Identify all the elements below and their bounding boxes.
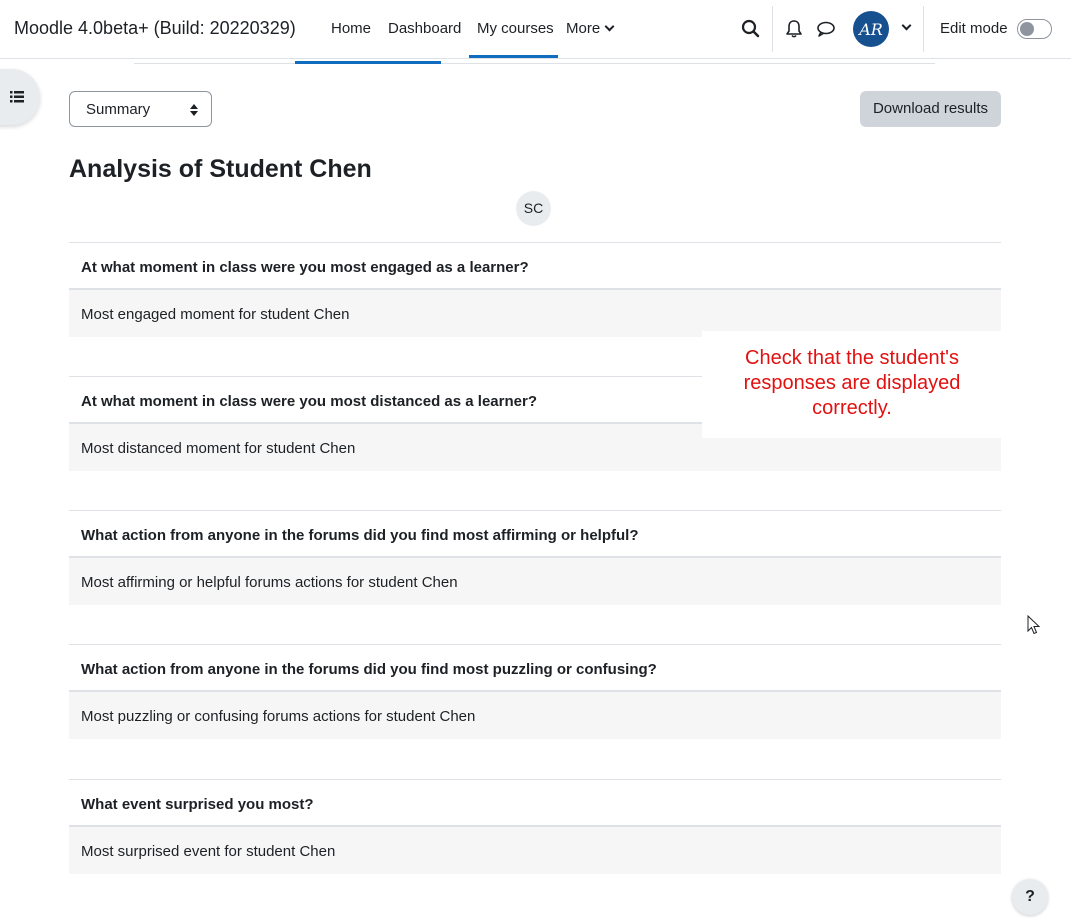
mouse-pointer-icon xyxy=(1027,615,1041,635)
chevron-down-icon xyxy=(604,21,615,32)
nav-home[interactable]: Home xyxy=(331,20,371,37)
response-item: At what moment in class were you most en… xyxy=(69,242,1001,337)
page-title: Analysis of Student Chen xyxy=(69,155,372,183)
question-text: At what moment in class were you most en… xyxy=(69,242,1001,290)
answer-text: Most surprised event for student Chen xyxy=(69,827,1001,874)
navbar-divider xyxy=(772,6,773,52)
response-item: What event surprised you most? Most surp… xyxy=(69,779,1001,874)
edit-mode-toggle[interactable] xyxy=(1017,19,1052,39)
nav-more-label: More xyxy=(566,20,601,37)
answer-text: Most affirming or helpful forums actions… xyxy=(69,558,1001,605)
chevron-down-icon[interactable] xyxy=(901,20,912,31)
edit-mode-label: Edit mode xyxy=(940,20,1008,37)
response-item: What action from anyone in the forums di… xyxy=(69,510,1001,605)
user-avatar[interactable]: AR xyxy=(853,11,889,47)
annotation-callout: Check that the student's responses are d… xyxy=(702,331,1002,438)
top-navbar: Moodle 4.0beta+ (Build: 20220329) Home D… xyxy=(0,0,1071,59)
nav-more[interactable]: More xyxy=(566,20,615,37)
question-text: What event surprised you most? xyxy=(69,779,1001,827)
site-brand[interactable]: Moodle 4.0beta+ (Build: 20220329) xyxy=(14,18,296,39)
list-icon xyxy=(10,91,24,103)
select-arrows-icon xyxy=(190,104,198,116)
answer-text: Most engaged moment for student Chen xyxy=(69,290,1001,337)
view-select[interactable]: Summary xyxy=(69,91,212,127)
chat-bubble-icon[interactable] xyxy=(815,18,837,40)
response-item: What action from anyone in the forums di… xyxy=(69,644,1001,739)
secondary-nav-border xyxy=(134,63,935,64)
nav-my-courses[interactable]: My courses xyxy=(477,20,554,37)
navbar-divider xyxy=(923,6,924,52)
download-results-button[interactable]: Download results xyxy=(860,91,1001,127)
view-select-value: Summary xyxy=(86,101,151,118)
bell-icon[interactable] xyxy=(783,18,805,40)
student-avatar[interactable]: SC xyxy=(516,191,551,226)
course-index-drawer-toggle[interactable] xyxy=(0,69,40,125)
search-icon[interactable] xyxy=(740,18,762,40)
secondary-nav-active-indicator xyxy=(295,61,441,64)
active-nav-indicator xyxy=(469,55,558,58)
toggle-knob xyxy=(1020,22,1034,36)
nav-dashboard[interactable]: Dashboard xyxy=(388,20,461,37)
question-text: What action from anyone in the forums di… xyxy=(69,644,1001,692)
answer-text: Most puzzling or confusing forums action… xyxy=(69,692,1001,739)
help-button[interactable]: ? xyxy=(1012,879,1048,915)
question-text: What action from anyone in the forums di… xyxy=(69,510,1001,558)
